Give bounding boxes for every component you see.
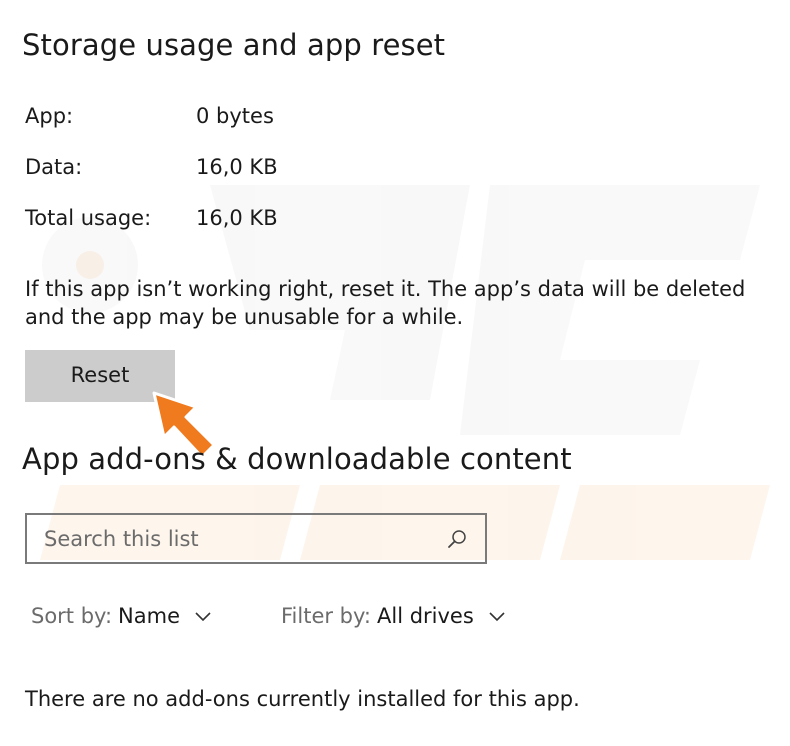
app-size-value: 0 bytes	[196, 104, 274, 128]
total-usage-label: Total usage:	[25, 206, 152, 230]
sort-dropdown[interactable]: Sort by: Name	[31, 604, 212, 628]
search-box[interactable]	[25, 513, 487, 564]
addons-section-title: App add-ons & downloadable content	[22, 442, 572, 476]
reset-description-line1: If this app isn’t working right, reset i…	[25, 277, 746, 301]
chevron-down-icon	[488, 610, 506, 622]
filter-value: All drives	[377, 604, 474, 628]
reset-description-line2: and the app may be unusable for a while.	[25, 305, 464, 329]
filter-label: Filter by:	[281, 604, 371, 628]
storage-section-title: Storage usage and app reset	[22, 28, 446, 62]
reset-description: If this app isn’t working right, reset i…	[25, 277, 785, 329]
total-usage-value: 16,0 KB	[196, 206, 278, 230]
data-size-label: Data:	[25, 155, 83, 179]
search-icon[interactable]	[445, 527, 469, 551]
data-size-value: 16,0 KB	[196, 155, 278, 179]
chevron-down-icon	[194, 610, 212, 622]
sort-label: Sort by:	[31, 604, 113, 628]
empty-addons-message: There are no add-ons currently installed…	[25, 687, 580, 711]
app-size-label: App:	[25, 104, 74, 128]
filter-dropdown[interactable]: Filter by: All drives	[281, 604, 506, 628]
search-input[interactable]	[27, 515, 445, 562]
sort-value: Name	[118, 604, 180, 628]
